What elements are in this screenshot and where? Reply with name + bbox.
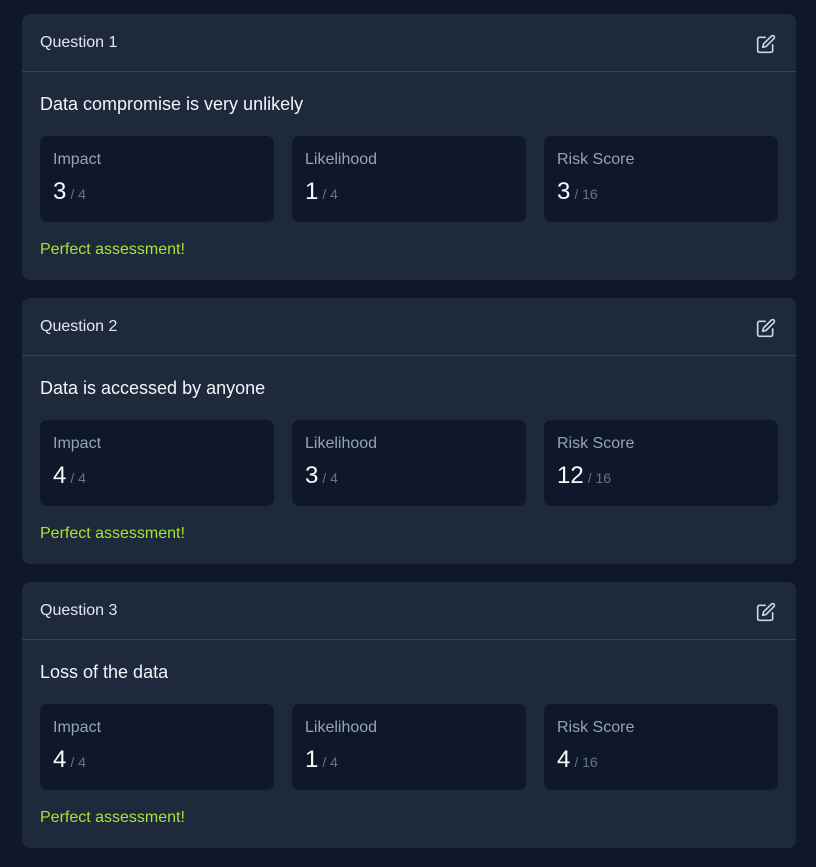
likelihood-max: / 4 bbox=[322, 470, 338, 486]
impact-value: 3 bbox=[53, 178, 67, 205]
likelihood-value-group: 3/ 4 bbox=[305, 463, 338, 492]
question-title: Question 2 bbox=[40, 318, 118, 335]
impact-max: / 4 bbox=[70, 754, 86, 770]
question-card-header: Question 1 bbox=[22, 14, 796, 72]
feedback-message: Perfect assessment! bbox=[40, 525, 185, 542]
risk-score-box: Risk Score 4/ 16 bbox=[544, 704, 778, 790]
likelihood-value: 3 bbox=[305, 462, 319, 489]
impact-max: / 4 bbox=[70, 470, 86, 486]
risk-score-max: / 16 bbox=[574, 186, 598, 202]
edit-button[interactable] bbox=[754, 32, 778, 56]
question-title: Question 3 bbox=[40, 602, 118, 619]
question-list: Question 1 Data compromise is very unlik… bbox=[22, 14, 796, 848]
risk-score-label: Risk Score bbox=[557, 151, 635, 168]
edit-button[interactable] bbox=[754, 316, 778, 340]
likelihood-max: / 4 bbox=[322, 186, 338, 202]
impact-box: Impact 4/ 4 bbox=[40, 704, 274, 790]
risk-score-value-group: 3/ 16 bbox=[557, 179, 598, 208]
likelihood-label: Likelihood bbox=[305, 719, 378, 736]
risk-score-value-group: 4/ 16 bbox=[557, 747, 598, 776]
risk-score-max: / 16 bbox=[574, 754, 598, 770]
impact-label: Impact bbox=[53, 151, 102, 168]
question-statement: Data is accessed by anyone bbox=[40, 378, 266, 398]
question-statement: Loss of the data bbox=[40, 662, 169, 682]
risk-score-label: Risk Score bbox=[557, 435, 635, 452]
risk-score-value: 3 bbox=[557, 178, 571, 205]
impact-value-group: 3/ 4 bbox=[53, 179, 86, 208]
edit-icon bbox=[756, 34, 776, 54]
question-card: Question 1 Data compromise is very unlik… bbox=[22, 14, 796, 280]
risk-score-box: Risk Score 3/ 16 bbox=[544, 136, 778, 222]
likelihood-max: / 4 bbox=[322, 754, 338, 770]
likelihood-box: Likelihood 3/ 4 bbox=[292, 420, 526, 506]
question-card-header: Question 3 bbox=[22, 582, 796, 640]
impact-value: 4 bbox=[53, 462, 67, 489]
risk-score-box: Risk Score 12/ 16 bbox=[544, 420, 778, 506]
metrics-row: Impact 4/ 4 Likelihood 1/ 4 Risk Score 4… bbox=[40, 704, 778, 790]
likelihood-value-group: 1/ 4 bbox=[305, 747, 338, 776]
likelihood-box: Likelihood 1/ 4 bbox=[292, 704, 526, 790]
edit-icon bbox=[756, 602, 776, 622]
edit-button[interactable] bbox=[754, 600, 778, 624]
impact-value-group: 4/ 4 bbox=[53, 463, 86, 492]
impact-box: Impact 3/ 4 bbox=[40, 136, 274, 222]
metrics-row: Impact 3/ 4 Likelihood 1/ 4 Risk Score 3… bbox=[40, 136, 778, 222]
question-statement: Data compromise is very unlikely bbox=[40, 94, 304, 114]
question-card: Question 3 Loss of the data Impact 4/ 4 … bbox=[22, 582, 796, 848]
risk-score-value: 4 bbox=[557, 746, 571, 773]
likelihood-label: Likelihood bbox=[305, 435, 378, 452]
question-card: Question 2 Data is accessed by anyone Im… bbox=[22, 298, 796, 564]
feedback-message: Perfect assessment! bbox=[40, 241, 185, 258]
risk-score-max: / 16 bbox=[587, 470, 612, 486]
likelihood-value: 1 bbox=[305, 746, 319, 773]
metrics-row: Impact 4/ 4 Likelihood 3/ 4 Risk Score 1… bbox=[40, 420, 778, 506]
risk-score-label: Risk Score bbox=[557, 719, 635, 736]
likelihood-value: 1 bbox=[305, 178, 319, 205]
likelihood-label: Likelihood bbox=[305, 151, 378, 168]
impact-label: Impact bbox=[53, 435, 102, 452]
likelihood-value-group: 1/ 4 bbox=[305, 179, 338, 208]
impact-box: Impact 4/ 4 bbox=[40, 420, 274, 506]
impact-value: 4 bbox=[53, 746, 67, 773]
feedback-message: Perfect assessment! bbox=[40, 809, 185, 826]
impact-label: Impact bbox=[53, 719, 102, 736]
question-card-header: Question 2 bbox=[22, 298, 796, 356]
impact-max: / 4 bbox=[70, 186, 86, 202]
risk-score-value: 12 bbox=[557, 462, 584, 489]
edit-icon bbox=[756, 318, 776, 338]
impact-value-group: 4/ 4 bbox=[53, 747, 86, 776]
risk-score-value-group: 12/ 16 bbox=[557, 463, 611, 492]
question-title: Question 1 bbox=[40, 34, 118, 51]
likelihood-box: Likelihood 1/ 4 bbox=[292, 136, 526, 222]
